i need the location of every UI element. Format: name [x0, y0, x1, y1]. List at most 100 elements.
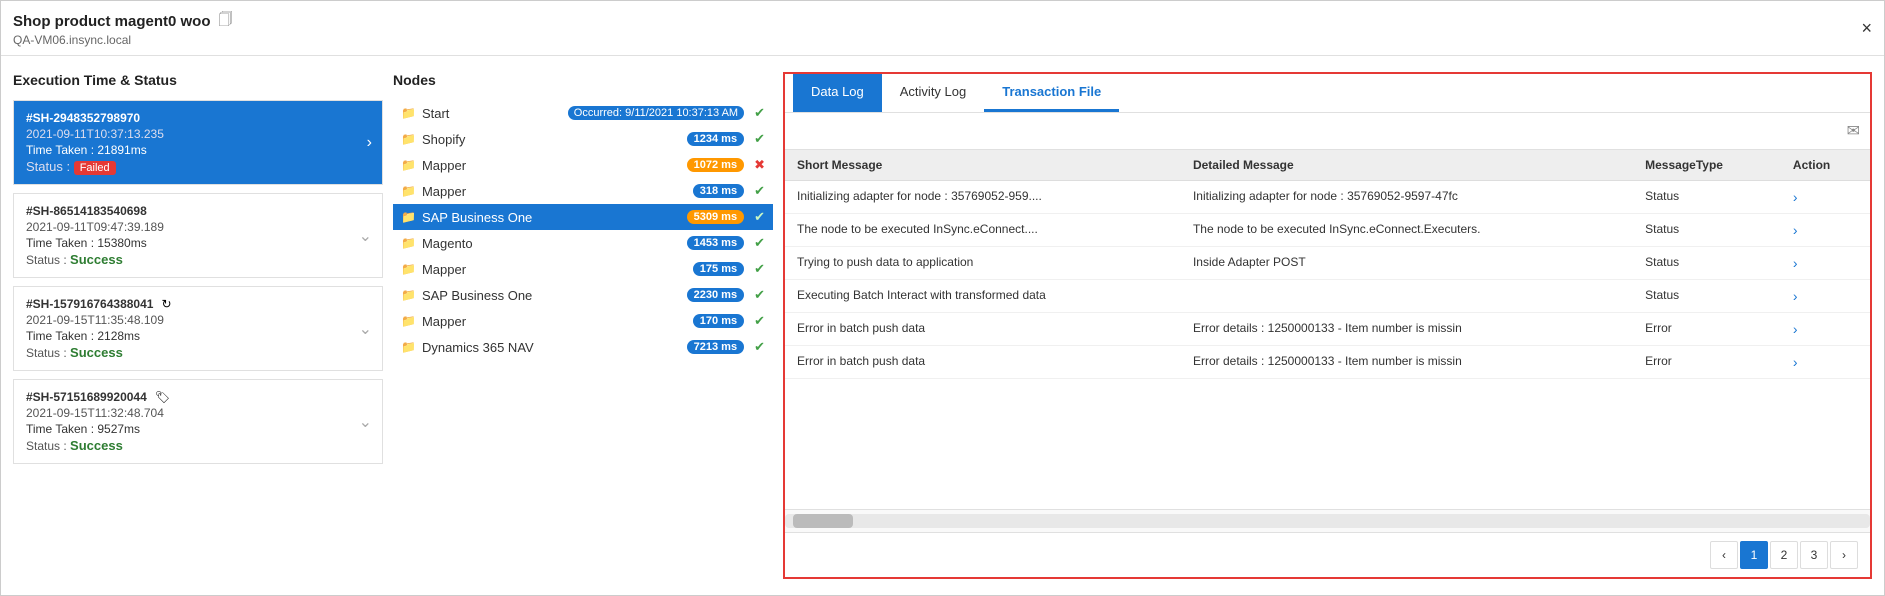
scroll-thumb[interactable] [793, 514, 853, 528]
node-sap-1[interactable]: 📁 SAP Business One 5309 ms ✔ [393, 204, 773, 230]
scrollbar-row [785, 509, 1870, 532]
action-chevron-1[interactable]: › [1793, 189, 1798, 205]
tab-transaction-file[interactable]: Transaction File [984, 74, 1119, 112]
check-icon-magento: ✔ [754, 235, 765, 251]
tab-data-log[interactable]: Data Log [793, 74, 882, 112]
check-icon-mapper-4: ✔ [754, 313, 765, 329]
log-table: Short Message Detailed Message MessageTy… [785, 150, 1870, 379]
exec-timestamp-1: 2021-09-11T10:37:13.235 [26, 127, 370, 141]
horizontal-scrollbar[interactable] [785, 514, 1870, 528]
check-icon-start: ✔ [754, 105, 765, 121]
check-icon-mapper-3: ✔ [754, 261, 765, 277]
exec-timestamp-4: 2021-09-15T11:32:48.704 [26, 406, 370, 420]
action-6[interactable]: › [1781, 346, 1870, 379]
exec-id-3: #SH-157916764388041 [26, 297, 153, 311]
status-badge-success-4: Success [70, 438, 123, 453]
node-mapper-3[interactable]: 📁 Mapper 175 ms ✔ [393, 256, 773, 282]
search-input[interactable] [795, 124, 1847, 139]
node-mapper-4[interactable]: 📁 Mapper 170 ms ✔ [393, 308, 773, 334]
node-mapper-1[interactable]: 📁 Mapper 1072 ms ✖ [393, 152, 773, 178]
folder-icon-sap-2: 📁 [401, 288, 416, 302]
node-start[interactable]: 📁 Start Occurred: 9/11/2021 10:37:13 AM … [393, 100, 773, 126]
execution-item-1[interactable]: #SH-2948352798970 2021-09-11T10:37:13.23… [13, 100, 383, 185]
node-label-sap-2: SAP Business One [422, 288, 681, 303]
col-detailed-message: Detailed Message [1181, 150, 1633, 181]
exec-taken-3: Time Taken : 2128ms [26, 329, 370, 343]
nodes-title: Nodes [393, 72, 773, 88]
node-label-mapper-3: Mapper [422, 262, 687, 277]
page-button-3[interactable]: 3 [1800, 541, 1828, 569]
filter-row: ✉ [785, 113, 1870, 150]
short-msg-1: Initializing adapter for node : 35769052… [785, 181, 1181, 214]
check-icon-mapper-2: ✔ [754, 183, 765, 199]
node-label-mapper-2: Mapper [422, 184, 687, 199]
node-label-magento: Magento [422, 236, 681, 251]
node-shopify[interactable]: 📁 Shopify 1234 ms ✔ [393, 126, 773, 152]
action-chevron-2[interactable]: › [1793, 222, 1798, 238]
short-msg-5: Error in batch push data [785, 313, 1181, 346]
node-start-note: Occurred: 9/11/2021 10:37:13 AM [568, 106, 744, 120]
chevron-down-icon-2: ⌄ [359, 226, 372, 246]
detailed-msg-3: Inside Adapter POST [1181, 247, 1633, 280]
next-page-button[interactable]: › [1830, 541, 1858, 569]
execution-item-2[interactable]: #SH-86514183540698 2021-09-11T09:47:39.1… [13, 193, 383, 278]
action-chevron-6[interactable]: › [1793, 354, 1798, 370]
node-sap-2[interactable]: 📁 SAP Business One 2230 ms ✔ [393, 282, 773, 308]
table-row: Trying to push data to application Insid… [785, 247, 1870, 280]
copy-icon[interactable]: 🗍 [219, 9, 233, 33]
execution-item-4[interactable]: #SH-57151689920044 🏷 2021-09-15T11:32:48… [13, 379, 383, 464]
exec-status-4: Status : Success [26, 438, 370, 453]
left-panel-title: Execution Time & Status [13, 72, 383, 88]
type-4: Status [1633, 280, 1781, 313]
table-row: Error in batch push data Error details :… [785, 346, 1870, 379]
table-row: Initializing adapter for node : 35769052… [785, 181, 1870, 214]
chevron-down-icon-3: ⌄ [359, 319, 372, 339]
check-icon-dynamics: ✔ [754, 339, 765, 355]
short-msg-6: Error in batch push data [785, 346, 1181, 379]
main-content: Execution Time & Status #SH-294835279897… [1, 56, 1884, 595]
node-badge-mapper-2: 318 ms [693, 184, 744, 198]
exec-taken-2: Time Taken : 15380ms [26, 236, 370, 250]
action-4[interactable]: › [1781, 280, 1870, 313]
detailed-msg-4 [1181, 280, 1633, 313]
detailed-msg-6: Error details : 1250000133 - Item number… [1181, 346, 1633, 379]
node-badge-sap-2: 2230 ms [687, 288, 744, 302]
folder-icon-mapper-3: 📁 [401, 262, 416, 276]
folder-icon-shopify: 📁 [401, 132, 416, 146]
action-chevron-4[interactable]: › [1793, 288, 1798, 304]
node-label-start: Start [422, 106, 562, 121]
window-subtitle: QA-VM06.insync.local [13, 33, 233, 47]
folder-icon-dynamics: 📁 [401, 340, 416, 354]
exec-id-1: #SH-2948352798970 [26, 111, 370, 125]
detailed-msg-2: The node to be executed InSync.eConnect.… [1181, 214, 1633, 247]
page-button-2[interactable]: 2 [1770, 541, 1798, 569]
prev-page-button[interactable]: ‹ [1710, 541, 1738, 569]
left-panel: Execution Time & Status #SH-294835279897… [13, 72, 383, 579]
action-chevron-5[interactable]: › [1793, 321, 1798, 337]
node-badge-magento: 1453 ms [687, 236, 744, 250]
node-dynamics[interactable]: 📁 Dynamics 365 NAV 7213 ms ✔ [393, 334, 773, 360]
title-bar-left: Shop product magent0 woo 🗍 QA-VM06.insyn… [13, 9, 233, 47]
data-table: Short Message Detailed Message MessageTy… [785, 150, 1870, 509]
check-icon-sap-2: ✔ [754, 287, 765, 303]
node-badge-dynamics: 7213 ms [687, 340, 744, 354]
tab-activity-log[interactable]: Activity Log [882, 74, 984, 112]
node-label-dynamics: Dynamics 365 NAV [422, 340, 681, 355]
node-label-mapper-1: Mapper [422, 158, 681, 173]
action-3[interactable]: › [1781, 247, 1870, 280]
folder-icon-mapper-2: 📁 [401, 184, 416, 198]
action-5[interactable]: › [1781, 313, 1870, 346]
pagination: ‹ 1 2 3 › [785, 532, 1870, 577]
action-chevron-3[interactable]: › [1793, 255, 1798, 271]
page-button-1[interactable]: 1 [1740, 541, 1768, 569]
node-mapper-2[interactable]: 📁 Mapper 318 ms ✔ [393, 178, 773, 204]
action-2[interactable]: › [1781, 214, 1870, 247]
action-1[interactable]: › [1781, 181, 1870, 214]
detailed-msg-1: Initializing adapter for node : 35769052… [1181, 181, 1633, 214]
filter-icon[interactable]: ✉ [1847, 121, 1860, 141]
close-button[interactable]: × [1861, 19, 1872, 37]
node-magento[interactable]: 📁 Magento 1453 ms ✔ [393, 230, 773, 256]
table-row: Error in batch push data Error details :… [785, 313, 1870, 346]
type-6: Error [1633, 346, 1781, 379]
execution-item-3[interactable]: #SH-157916764388041 ↻ 2021-09-15T11:35:4… [13, 286, 383, 371]
